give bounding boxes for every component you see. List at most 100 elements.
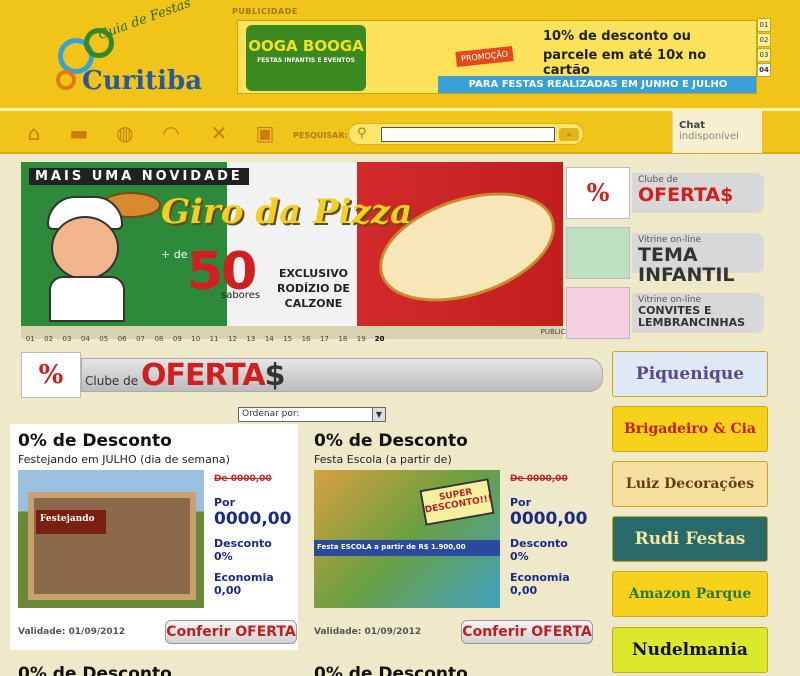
sponsor-banner[interactable]: Rudi Festas	[612, 516, 768, 562]
ad-brand-logo: OOGA BOOGA FESTAS INFANTIS E EVENTOS	[246, 25, 366, 91]
main-banner[interactable]: MAIS UMA NOVIDADE Giro da Pizza + de 50 …	[21, 162, 563, 326]
offer-card[interactable]: 0% de Desconto Festejando em JULHO (dia …	[10, 424, 298, 650]
ad-page-3[interactable]: 03	[757, 48, 771, 62]
banner-page-08[interactable]: 08	[150, 333, 168, 346]
gift-icon[interactable]: ▣	[252, 121, 278, 145]
price-label: Por	[214, 496, 236, 509]
offer-title[interactable]: 0% de Desconto	[314, 431, 586, 451]
fairy-image	[566, 227, 630, 279]
percent-icon: %	[566, 167, 630, 219]
banner-ad-label: PUBLICIDADE	[540, 328, 588, 336]
banner-page-20[interactable]: 20	[370, 333, 388, 346]
old-price: De 0000,00	[214, 474, 272, 484]
sponsor-banner[interactable]: Luiz Decorações	[612, 461, 768, 507]
side-tile-tema-infantil[interactable]: Vitrine on-line TEMA INFANTIL	[566, 227, 764, 285]
banner-page-04[interactable]: 04	[76, 333, 94, 346]
banner-exclusivo: EXCLUSIVO RODÍZIO DE CALZONE	[277, 266, 350, 311]
offer-title-peek[interactable]: 0% de Desconto	[18, 664, 172, 676]
ad-page-4[interactable]: 04	[757, 63, 771, 77]
sort-select[interactable]: Ordenar por: ▼	[238, 407, 386, 422]
ad-label: PUBLICIDADE	[232, 7, 298, 16]
old-price: De 0000,00	[510, 474, 568, 484]
offer-image-sign: Festejando	[36, 510, 106, 534]
conferir-oferta-button[interactable]: Conferir OFERTA	[165, 620, 297, 644]
banner-page-02[interactable]: 02	[39, 333, 57, 346]
side-tile-mid-2: LEMBRANCINHAS	[638, 316, 746, 329]
plate-icon[interactable]: ◍	[112, 121, 138, 145]
search-icon: ⚲	[357, 126, 367, 141]
search-submit-button[interactable]: »	[559, 128, 579, 141]
ad-page-1[interactable]: 01	[757, 18, 771, 32]
sponsor-banner[interactable]: Amazon Parque	[612, 571, 768, 617]
banner-page-11[interactable]: 11	[205, 333, 223, 346]
banner-page-15[interactable]: 15	[278, 333, 296, 346]
side-tile-clube-ofertas[interactable]: % Clube de OFERTA$	[566, 167, 764, 219]
sponsor-banner[interactable]: Nudelmania	[612, 627, 768, 673]
top-advertisement[interactable]: OOGA BOOGA FESTAS INFANTIS E EVENTOS PRO…	[237, 20, 757, 94]
ad-brand-name: OOGA BOOGA	[248, 37, 364, 55]
banner-pagination: 01 02 03 04 05 06 07 08 09 10 11 12 13 14 15 16 17 18 19 20…	[21, 326, 588, 343]
banner-page-09[interactable]: 09	[168, 333, 186, 346]
offer-image[interactable]: SUPER DESCONTO!!! Festa ESCOLA a partir …	[314, 470, 500, 608]
economy-label: Economia	[214, 571, 274, 584]
banner-exclusivo-1: EXCLUSIVO	[279, 267, 348, 280]
banner-page-07[interactable]: 07	[131, 333, 149, 346]
banner-page-10[interactable]: 10	[187, 333, 205, 346]
offer-title[interactable]: 0% de Desconto	[18, 431, 290, 451]
chef-body	[49, 276, 125, 322]
ad-line-1: 10% de desconto ou	[543, 29, 691, 44]
site-header: Guia de Festas Curitiba PUBLICIDADE OOGA…	[0, 0, 800, 108]
offer-validity: Validade: 01/09/2012	[18, 627, 126, 637]
clube-dollar: $	[264, 358, 286, 393]
offer-image-frame	[28, 492, 196, 600]
discount-value: 0%	[510, 550, 529, 563]
chevron-down-icon[interactable]: ▼	[372, 408, 385, 421]
offer-price-block: De 0000,00 Por 0000,00 Desconto 0% Econo…	[510, 474, 594, 597]
sponsor-banner[interactable]: Piquenique	[612, 351, 768, 397]
banner-page-19[interactable]: 19	[352, 333, 370, 346]
offer-subtitle: Festejando em JULHO (dia de semana)	[18, 453, 230, 466]
tools-icon[interactable]: ✕	[206, 121, 232, 145]
ad-line-2: parcele em até 10x no cartão	[543, 48, 707, 78]
banner-page-12[interactable]: 12	[223, 333, 241, 346]
side-tile-convites[interactable]: Vitrine on-line CONVITES E LEMBRANCINHAS	[566, 287, 764, 339]
side-tile-big: TEMA INFANTIL	[638, 244, 735, 286]
banner-mais-de: + de	[161, 248, 188, 261]
search-input[interactable]	[381, 127, 555, 142]
chat-widget[interactable]: Chat indisponível	[672, 111, 762, 153]
banner-page-14[interactable]: 14	[260, 333, 278, 346]
banner-title: Giro da Pizza	[161, 192, 413, 232]
swirl-icon	[84, 28, 114, 58]
gift-image	[566, 287, 630, 339]
site-logo[interactable]: Guia de Festas Curitiba	[56, 0, 206, 98]
banner-page-01[interactable]: 01	[21, 333, 39, 346]
conferir-oferta-button[interactable]: Conferir OFERTA	[461, 620, 593, 644]
ad-page-2[interactable]: 02	[757, 33, 771, 47]
price-value: 0000,00	[510, 509, 588, 529]
banner-page-18[interactable]: 18	[334, 333, 352, 346]
banner-page-17[interactable]: 17	[315, 333, 333, 346]
chat-status: indisponível	[679, 131, 739, 142]
banner-page-05[interactable]: 05	[95, 333, 113, 346]
banner-page-13[interactable]: 13	[242, 333, 260, 346]
clube-ofertas-word: OFERTA	[141, 358, 266, 393]
clube-label: Clube de	[85, 374, 139, 388]
ad-brand-sub: FESTAS INFANTIS E EVENTOS	[257, 57, 355, 64]
home-icon[interactable]: ⌂	[21, 121, 47, 145]
banner-page-06[interactable]: 06	[113, 333, 131, 346]
banner-page-03[interactable]: 03	[58, 333, 76, 346]
cake-icon[interactable]: ▬	[66, 121, 92, 145]
offer-image-badge: SUPER DESCONTO!!!	[419, 478, 495, 526]
sponsor-banner[interactable]: Brigadeiro & Cia	[612, 406, 768, 452]
economy-value: 0,00	[510, 584, 538, 597]
banner-page-16[interactable]: 16	[297, 333, 315, 346]
offer-validity: Validade: 01/09/2012	[314, 627, 422, 637]
discount-label: Desconto	[510, 537, 568, 550]
offer-card[interactable]: 0% de Desconto Festa Escola (a partir de…	[306, 424, 594, 650]
offer-title-peek[interactable]: 0% de Desconto	[314, 664, 468, 676]
discount-value: 0%	[214, 550, 233, 563]
main-nav: ⌂ ▬ ◍ ◠ ✕ ▣ PESQUISAR: ⚲ » Chat indispon…	[0, 108, 800, 154]
offer-image[interactable]: Festejando	[18, 470, 204, 608]
economy-label: Economia	[510, 571, 570, 584]
croissant-icon[interactable]: ◠	[158, 121, 184, 145]
